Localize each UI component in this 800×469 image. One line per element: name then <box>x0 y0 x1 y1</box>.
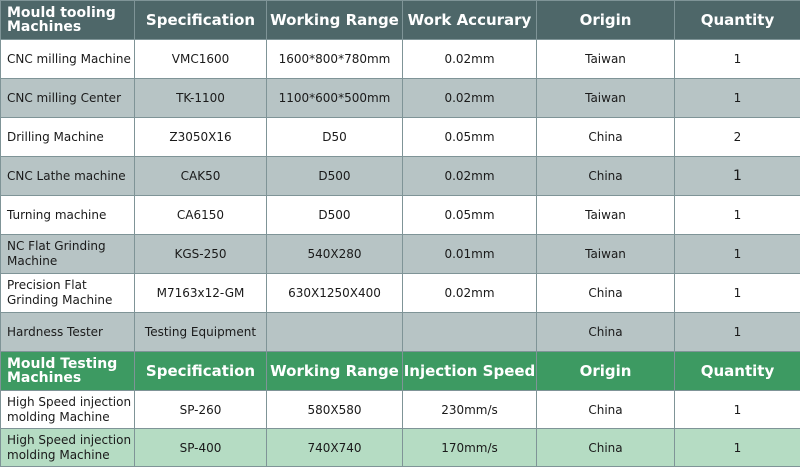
testing-header-row: Mould Testing Machines Specification Wor… <box>0 351 800 391</box>
working-range-cell: D500 <box>266 195 403 235</box>
accuracy-cell: 0.02mm <box>402 273 537 313</box>
specification-cell: TK-1100 <box>134 78 267 118</box>
accuracy-cell: 0.05mm <box>402 117 537 157</box>
tooling-header-quantity: Quantity <box>674 0 800 40</box>
testing-header-origin: Origin <box>536 351 675 391</box>
quantity-cell: 1 <box>674 78 800 118</box>
table-row: Turning machine CA6150 D500 0.05mm Taiwa… <box>0 195 800 235</box>
working-range-cell: 740X740 <box>266 428 403 467</box>
testing-header-quantity: Quantity <box>674 351 800 391</box>
table-row: Hardness Tester Testing Equipment China … <box>0 312 800 352</box>
quantity-cell: 1 <box>674 234 800 274</box>
specification-cell: CA6150 <box>134 195 267 235</box>
table-row: CNC milling Center TK-1100 1100*600*500m… <box>0 78 800 118</box>
machine-name: Turning machine <box>0 195 135 235</box>
origin-cell: China <box>536 156 675 196</box>
specification-cell: M7163x12-GM <box>134 273 267 313</box>
origin-cell: Taiwan <box>536 234 675 274</box>
quantity-cell: 1 <box>674 156 800 196</box>
origin-cell: Taiwan <box>536 39 675 79</box>
table-row: Precision Flat Grinding Machine M7163x12… <box>0 273 800 313</box>
table-row: High Speed injection molding Machine SP-… <box>0 428 800 467</box>
specification-cell: KGS-250 <box>134 234 267 274</box>
machine-name: Drilling Machine <box>0 117 135 157</box>
accuracy-cell: 0.02mm <box>402 156 537 196</box>
machine-name: Precision Flat Grinding Machine <box>0 273 135 313</box>
machine-name: Hardness Tester <box>0 312 135 352</box>
accuracy-cell: 0.02mm <box>402 39 537 79</box>
quantity-cell: 1 <box>674 312 800 352</box>
working-range-cell: 580X580 <box>266 390 403 429</box>
specification-cell: CAK50 <box>134 156 267 196</box>
tooling-header-machines: Mould tooling Machines <box>0 0 135 40</box>
origin-cell: China <box>536 390 675 429</box>
table-row: CNC milling Machine VMC1600 1600*800*780… <box>0 39 800 79</box>
injection-speed-cell: 230mm/s <box>402 390 537 429</box>
accuracy-cell: 0.05mm <box>402 195 537 235</box>
machine-name: CNC Lathe machine <box>0 156 135 196</box>
testing-header-injection-speed: Injection Speed <box>402 351 537 391</box>
machine-name: NC Flat Grinding Machine <box>0 234 135 274</box>
origin-cell: Taiwan <box>536 195 675 235</box>
table-row: Drilling Machine Z3050X16 D50 0.05mm Chi… <box>0 117 800 157</box>
testing-header-working-range: Working Range <box>266 351 403 391</box>
accuracy-cell: 0.02mm <box>402 78 537 118</box>
tooling-header-row: Mould tooling Machines Specification Wor… <box>0 0 800 40</box>
working-range-cell: 630X1250X400 <box>266 273 403 313</box>
quantity-cell: 1 <box>674 390 800 429</box>
origin-cell: Taiwan <box>536 78 675 118</box>
specification-cell: VMC1600 <box>134 39 267 79</box>
accuracy-cell <box>402 312 537 352</box>
working-range-cell: D500 <box>266 156 403 196</box>
quantity-cell: 1 <box>674 195 800 235</box>
origin-cell: China <box>536 428 675 467</box>
origin-cell: China <box>536 117 675 157</box>
working-range-cell <box>266 312 403 352</box>
injection-speed-cell: 170mm/s <box>402 428 537 467</box>
machine-name: CNC milling Machine <box>0 39 135 79</box>
working-range-cell: D50 <box>266 117 403 157</box>
table-row: High Speed injection molding Machine SP-… <box>0 390 800 429</box>
testing-header-specification: Specification <box>134 351 267 391</box>
tooling-header-working-range: Working Range <box>266 0 403 40</box>
table-row: NC Flat Grinding Machine KGS-250 540X280… <box>0 234 800 274</box>
specification-cell: SP-260 <box>134 390 267 429</box>
machines-table: Mould tooling Machines Specification Wor… <box>0 0 800 467</box>
working-range-cell: 1600*800*780mm <box>266 39 403 79</box>
table-row: CNC Lathe machine CAK50 D500 0.02mm Chin… <box>0 156 800 196</box>
quantity-cell: 1 <box>674 39 800 79</box>
specification-cell: Z3050X16 <box>134 117 267 157</box>
tooling-header-work-accuracy: Work Accurary <box>402 0 537 40</box>
quantity-cell: 1 <box>674 428 800 467</box>
working-range-cell: 540X280 <box>266 234 403 274</box>
tooling-header-origin: Origin <box>536 0 675 40</box>
specification-cell: SP-400 <box>134 428 267 467</box>
quantity-cell: 1 <box>674 273 800 313</box>
working-range-cell: 1100*600*500mm <box>266 78 403 118</box>
quantity-cell: 2 <box>674 117 800 157</box>
origin-cell: China <box>536 273 675 313</box>
specification-cell: Testing Equipment <box>134 312 267 352</box>
machine-name: High Speed injection molding Machine <box>0 390 135 429</box>
tooling-header-specification: Specification <box>134 0 267 40</box>
accuracy-cell: 0.01mm <box>402 234 537 274</box>
machine-name: CNC milling Center <box>0 78 135 118</box>
testing-header-machines: Mould Testing Machines <box>0 351 135 391</box>
machine-name: High Speed injection molding Machine <box>0 428 135 467</box>
origin-cell: China <box>536 312 675 352</box>
